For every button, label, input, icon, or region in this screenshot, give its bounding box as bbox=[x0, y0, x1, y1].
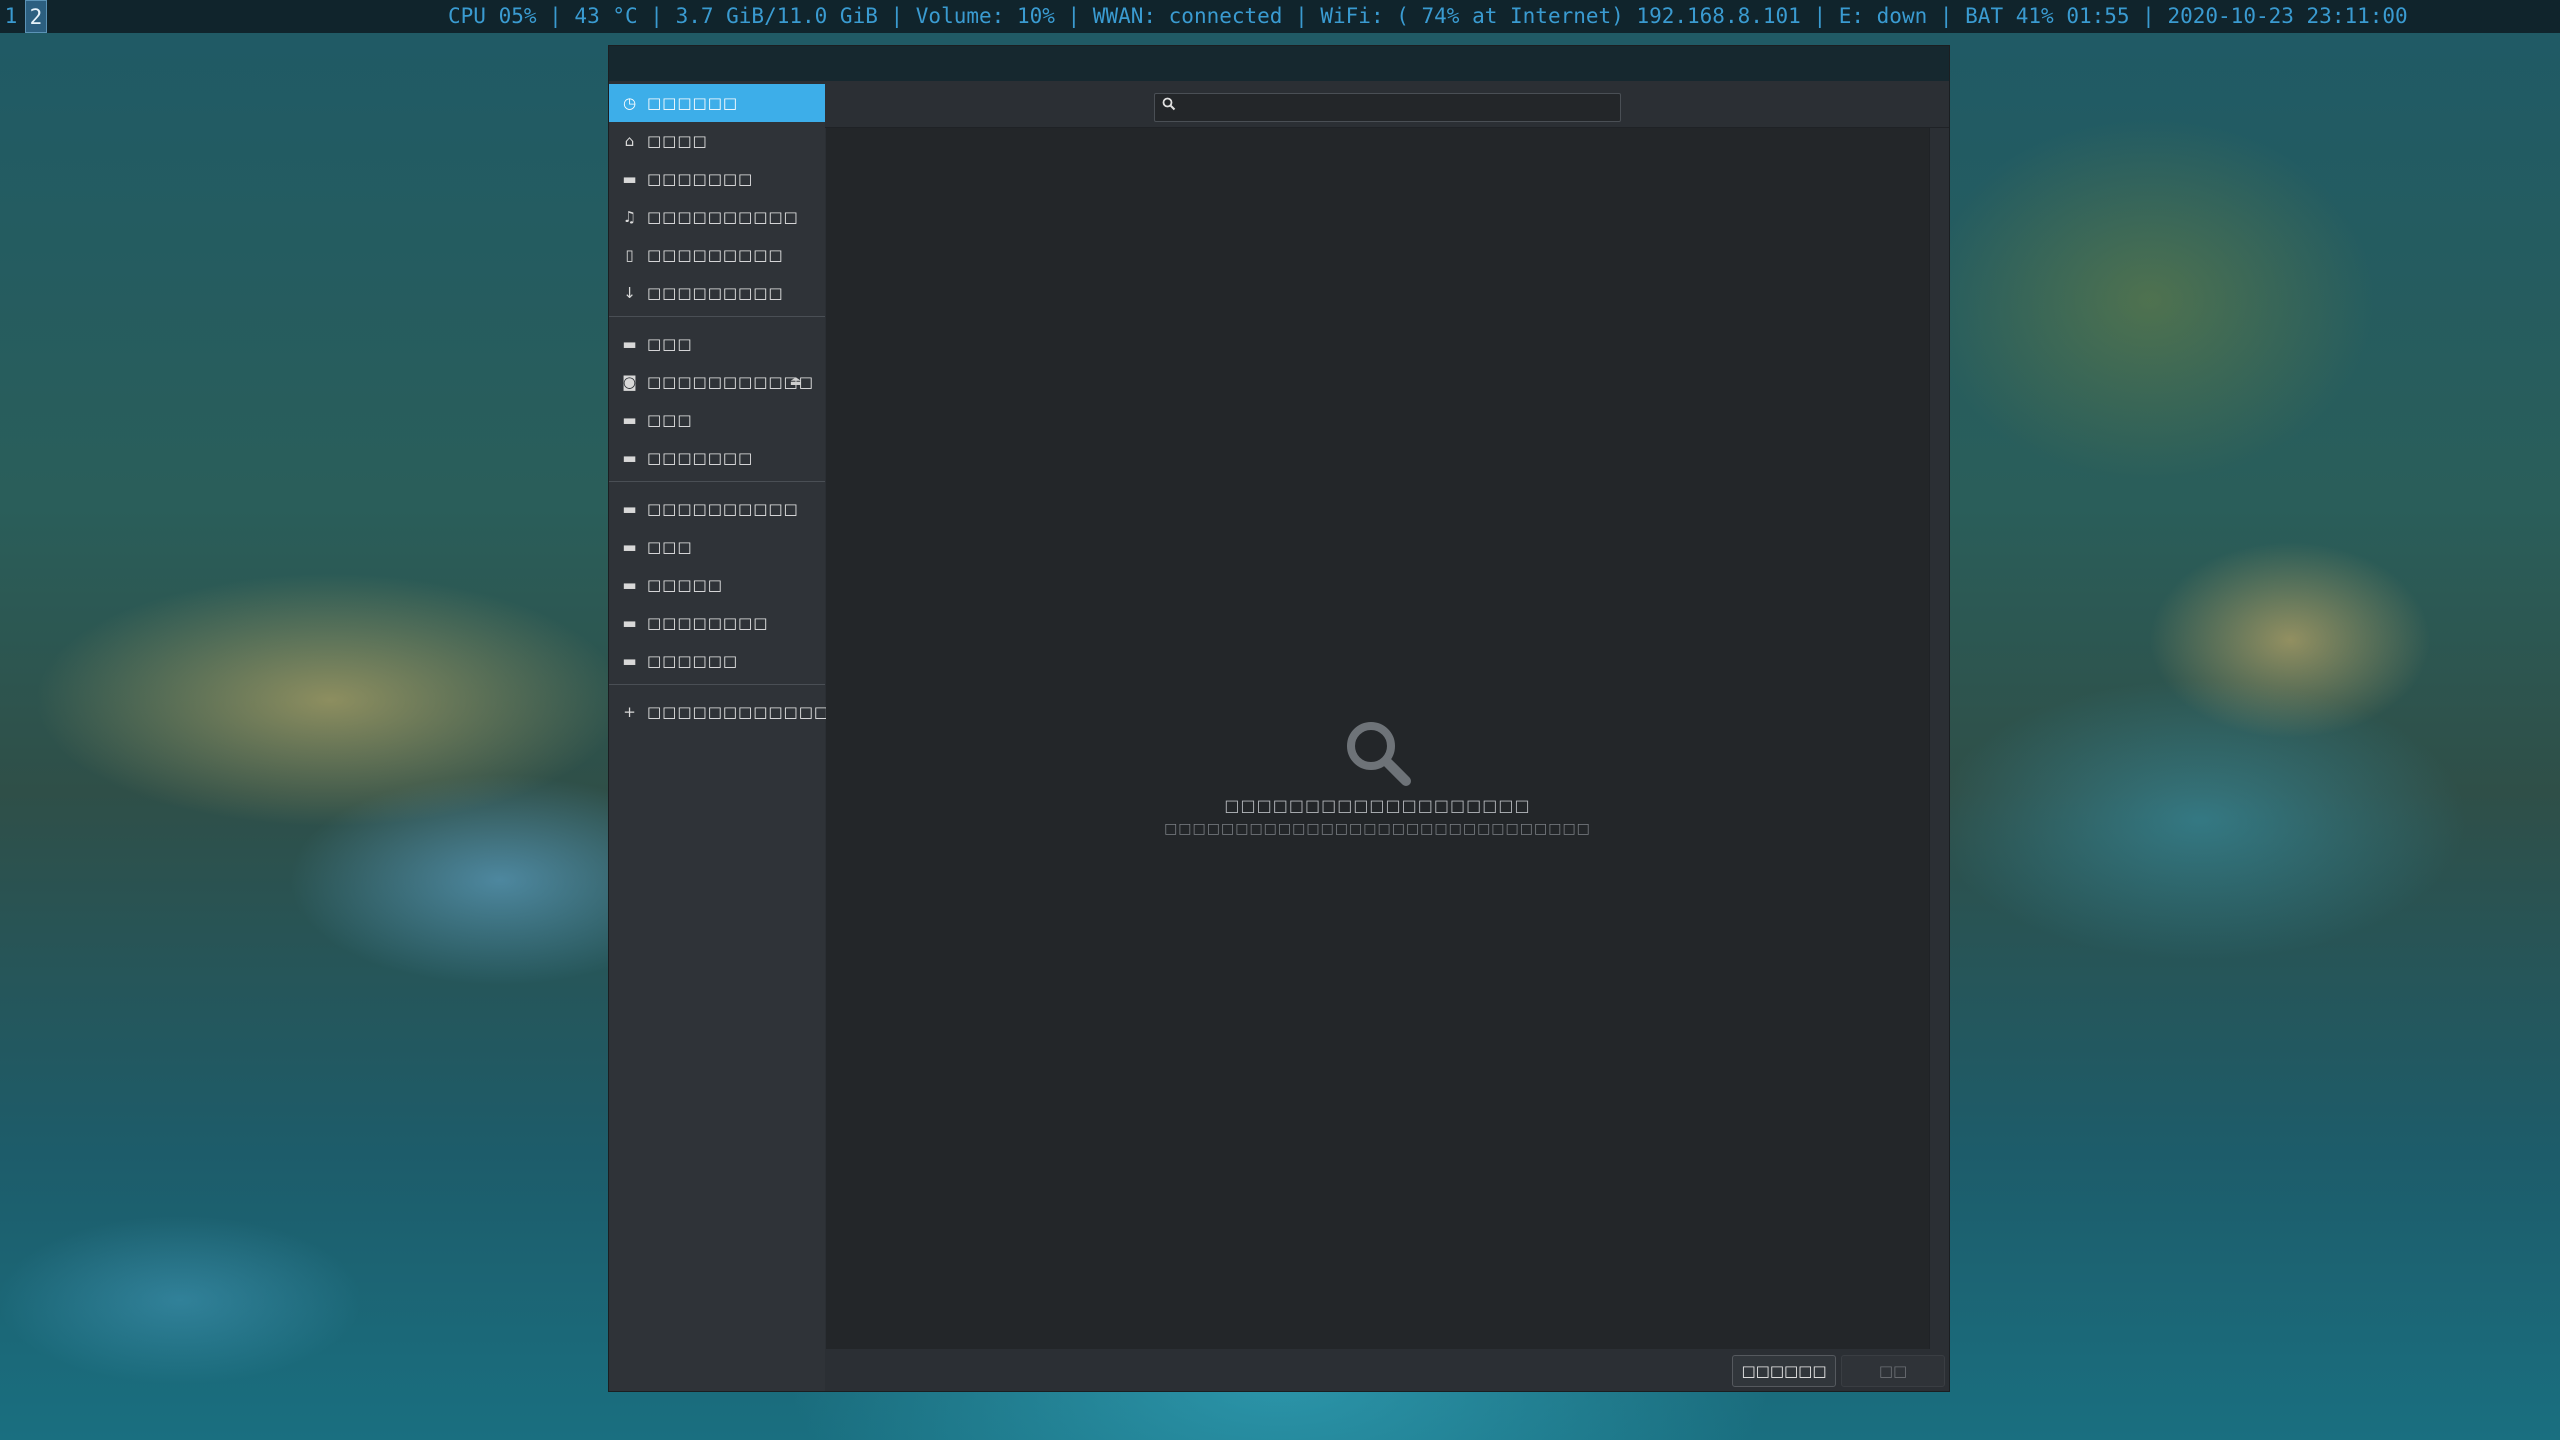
folder-icon: ▬ bbox=[622, 652, 638, 670]
sidebar-item-label: □□□□□□ bbox=[647, 94, 739, 112]
placeholder-subtitle: □□□□□□□□□□□□□□□□□□□□□□□□□□□□□□ bbox=[1164, 821, 1591, 837]
workspace-1-button[interactable]: 1 bbox=[0, 0, 22, 33]
sidebar-item-device-1[interactable]: ▬ □□□ bbox=[609, 325, 825, 363]
search-input[interactable] bbox=[1183, 96, 1617, 121]
disc-icon: ◙ bbox=[622, 373, 638, 391]
placeholder-title: □□□□□□□□□□□□□□□□□□□ bbox=[1224, 796, 1531, 815]
folder-icon: ▬ bbox=[622, 538, 638, 556]
sidebar-item-label: □□□ bbox=[647, 335, 693, 353]
home-icon: ⌂ bbox=[624, 132, 636, 150]
sidebar-item-bookmark-2[interactable]: ▬ □□□ bbox=[609, 528, 825, 566]
drive-icon: ▬ bbox=[622, 411, 638, 429]
dialog-titlebar[interactable] bbox=[609, 46, 1949, 81]
sidebar-item-home[interactable]: ⌂ □□□□ bbox=[609, 122, 825, 160]
clock-icon: ◷ bbox=[622, 94, 638, 112]
open-button[interactable]: □□ bbox=[1841, 1355, 1945, 1387]
drive-icon: ▬ bbox=[622, 335, 638, 353]
sidebar-item-label: □□□□□□ bbox=[647, 652, 739, 670]
sidebar-item-label: □□□□□□□ bbox=[647, 170, 754, 188]
status-bar: 1 2 CPU 05% | 43 °C | 3.7 GiB/11.0 GiB |… bbox=[0, 0, 2560, 33]
music-icon: ♫ bbox=[622, 208, 638, 226]
sidebar-item-bookmark-1[interactable]: ▬ □□□□□□□□□□ bbox=[609, 490, 825, 528]
folder-icon: ▬ bbox=[622, 576, 638, 594]
sidebar-item-bookmark-3[interactable]: ▬ □□□□□ bbox=[609, 566, 825, 604]
document-icon: ▯ bbox=[625, 246, 635, 264]
file-list-area[interactable]: □□□□□□□□□□□□□□□□□□□ □□□□□□□□□□□□□□□□□□□□… bbox=[826, 128, 1929, 1349]
sidebar-item-bookmark-4[interactable]: ▬ □□□□□□□□ bbox=[609, 604, 825, 642]
sidebar-item-music[interactable]: ♫ □□□□□□□□□□ bbox=[609, 198, 825, 236]
sidebar-separator bbox=[609, 684, 825, 685]
folder-icon: ▬ bbox=[622, 500, 638, 518]
places-sidebar: ◷ □□□□□□ ⌂ □□□□ ▬ □□□□□□□ ♫ □□□□□□□□□□ ▯… bbox=[609, 84, 874, 1391]
search-icon bbox=[1162, 97, 1176, 115]
sidebar-item-label: □□□ bbox=[647, 411, 693, 429]
sidebar-item-label: □□□□□ bbox=[647, 576, 723, 594]
sidebar-item-label: □□□□ bbox=[647, 132, 708, 150]
sidebar-separator bbox=[609, 316, 825, 317]
folder-icon: ▬ bbox=[622, 614, 638, 632]
scrollbar[interactable] bbox=[1929, 128, 1949, 1349]
sidebar-item-label: □□□□□□□ bbox=[647, 449, 754, 467]
sidebar-item-documents[interactable]: ▯ □□□□□□□□□ bbox=[609, 236, 825, 274]
sidebar-item-label: □□□□□□□□□□ bbox=[647, 500, 799, 518]
plus-icon: + bbox=[623, 703, 637, 721]
sidebar-item-label: □□□□□□□□□ bbox=[647, 246, 784, 264]
eject-icon[interactable]: ⏏ bbox=[790, 363, 803, 401]
cancel-button[interactable]: □□□□□□ bbox=[1732, 1355, 1836, 1387]
search-icon bbox=[1343, 718, 1413, 788]
sidebar-item-bookmark-5[interactable]: ▬ □□□□□□ bbox=[609, 642, 825, 680]
drive-icon: ▬ bbox=[622, 449, 638, 467]
sidebar-item-recent[interactable]: ◷ □□□□□□ bbox=[609, 84, 825, 122]
sidebar-item-label: □□□□□□□□□ bbox=[647, 284, 784, 302]
search-bar bbox=[825, 84, 1949, 128]
sidebar-item-label: □□□□□□□□ bbox=[647, 614, 769, 632]
folder-icon: ▬ bbox=[622, 170, 638, 188]
workspace-2-button[interactable]: 2 bbox=[25, 0, 47, 33]
sidebar-item-desktop[interactable]: ▬ □□□□□□□ bbox=[609, 160, 825, 198]
sidebar-item-device-4[interactable]: ▬ □□□□□□□ bbox=[609, 439, 825, 477]
sidebar-separator bbox=[609, 481, 825, 482]
file-dialog: ◷ □□□□□□ ⌂ □□□□ ▬ □□□□□□□ ♫ □□□□□□□□□□ ▯… bbox=[608, 45, 1950, 1392]
sidebar-item-label: □□□ bbox=[647, 538, 693, 556]
sidebar-item-label: □□□□□□□□□□ bbox=[647, 208, 799, 226]
status-text: CPU 05% | 43 °C | 3.7 GiB/11.0 GiB | Vol… bbox=[448, 4, 2408, 28]
empty-placeholder: □□□□□□□□□□□□□□□□□□□ □□□□□□□□□□□□□□□□□□□□… bbox=[826, 718, 1929, 837]
sidebar-item-device-2[interactable]: ◙ □□□□□□□□□□□ ⏏ bbox=[609, 363, 825, 401]
download-icon: ↓ bbox=[623, 284, 637, 302]
sidebar-item-downloads[interactable]: ↓ □□□□□□□□□ bbox=[609, 274, 825, 312]
search-box[interactable] bbox=[1154, 93, 1621, 122]
dialog-footer: □□□□□□ □□ bbox=[825, 1349, 1949, 1391]
sidebar-item-device-3[interactable]: ▬ □□□ bbox=[609, 401, 825, 439]
sidebar-item-other-locations[interactable]: + □□□□□□□□□□□□□□□ bbox=[609, 693, 873, 731]
